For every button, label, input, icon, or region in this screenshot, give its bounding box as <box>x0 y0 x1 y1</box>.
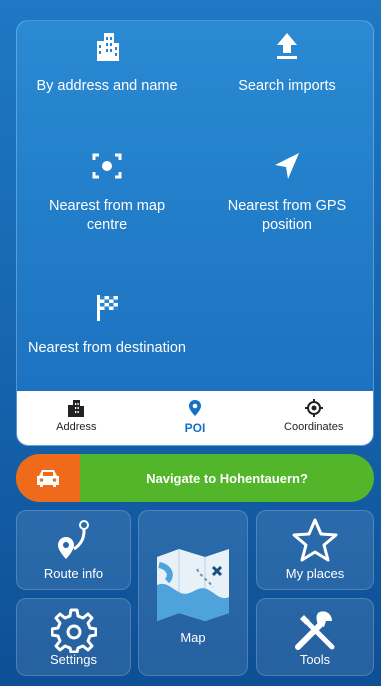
gps-navigation-arrow-icon <box>275 153 299 179</box>
nearest-gps-option[interactable]: Nearest from GPS position <box>207 149 367 235</box>
search-by-address-option[interactable]: By address and name <box>27 29 187 96</box>
search-by-address-label: By address and name <box>36 78 178 94</box>
tab-coordinates-label: Coordinates <box>284 421 344 433</box>
search-imports-label: Search imports <box>238 78 336 94</box>
nearest-destination-option[interactable]: Nearest from destination <box>27 291 187 358</box>
route-info-label: Route info <box>43 566 104 581</box>
tab-address[interactable]: Address <box>17 391 136 445</box>
nearest-map-centre-label: Nearest from map centre <box>48 198 166 233</box>
map-icon <box>157 549 229 621</box>
tab-poi[interactable]: POI <box>136 391 255 445</box>
search-options-panel: By address and name Search imports Neare… <box>16 20 374 446</box>
navigate-to-banner[interactable]: Navigate to Hohentauern? <box>16 454 374 502</box>
settings-tile[interactable]: Settings <box>16 598 131 676</box>
upload-arrow-icon <box>277 33 297 59</box>
tools-label: Tools <box>299 652 331 667</box>
route-info-icon <box>57 520 89 559</box>
my-places-tile[interactable]: My places <box>256 510 374 590</box>
route-info-tile[interactable]: Route info <box>16 510 131 590</box>
gear-icon <box>50 608 97 653</box>
checkered-flag-icon <box>97 295 118 321</box>
settings-label: Settings <box>50 652 97 667</box>
star-icon <box>292 518 338 562</box>
nearest-gps-label: Nearest from GPS position <box>227 198 347 233</box>
tab-address-label: Address <box>56 421 97 433</box>
map-label: Map <box>180 630 206 645</box>
tools-icon <box>295 611 335 650</box>
city-buildings-icon <box>68 400 85 417</box>
nearest-map-centre-option[interactable]: Nearest from map centre <box>27 149 187 235</box>
city-buildings-icon <box>97 33 119 61</box>
location-pin-icon <box>189 400 201 416</box>
navigate-to-text: Navigate to Hohentauern? <box>146 470 308 486</box>
map-tile[interactable]: Map <box>138 510 248 676</box>
car-icon-box <box>16 454 80 502</box>
tab-poi-label: POI <box>184 421 206 435</box>
nearest-destination-label: Nearest from destination <box>28 340 186 356</box>
tab-coordinates[interactable]: Coordinates <box>254 391 373 445</box>
tools-tile[interactable]: Tools <box>256 598 374 676</box>
car-icon <box>37 470 59 487</box>
search-imports-option[interactable]: Search imports <box>207 29 367 96</box>
search-type-tabs: Address POI Coordinates <box>17 391 373 445</box>
my-places-label: My places <box>285 566 345 581</box>
map-centre-target-icon <box>92 153 122 179</box>
crosshair-icon <box>304 399 323 417</box>
